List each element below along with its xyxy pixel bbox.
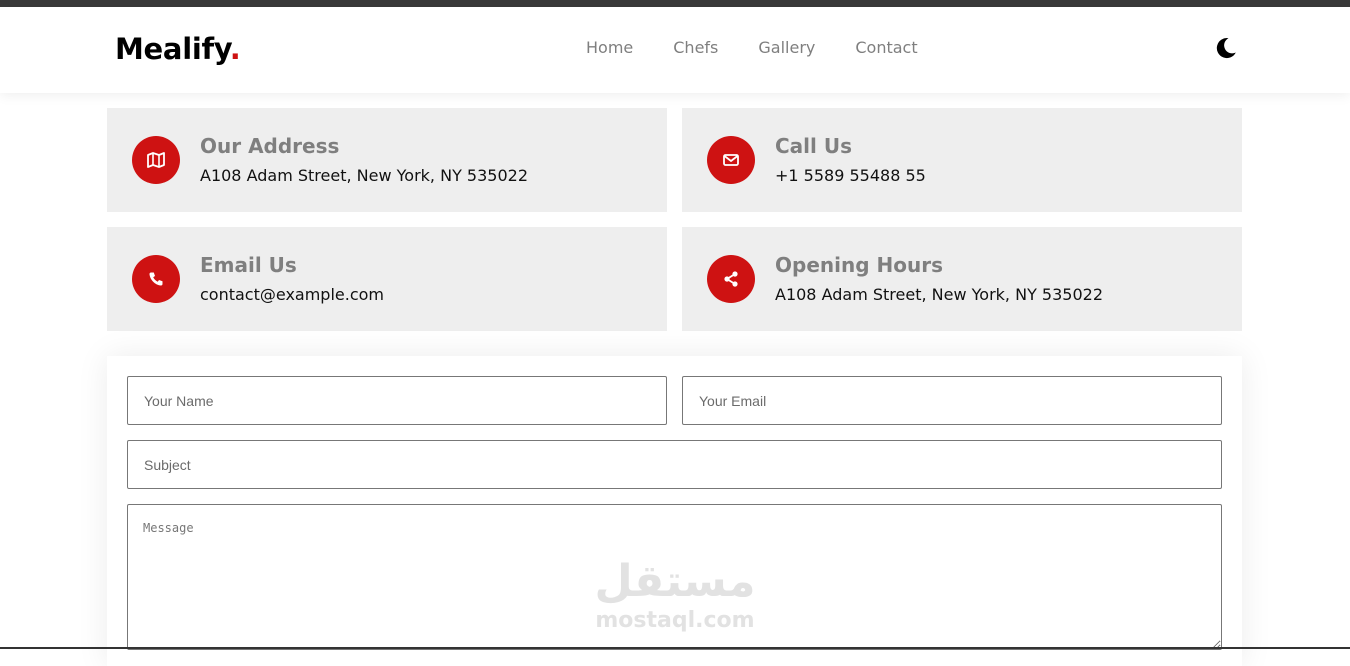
info-card-call: Call Us +1 5589 55488 55 — [682, 108, 1242, 212]
card-text: A108 Adam Street, New York, NY 535022 — [775, 285, 1103, 304]
card-text: +1 5589 55488 55 — [775, 166, 926, 185]
email-field[interactable] — [682, 376, 1222, 425]
info-card-email: Email Us contact@example.com — [107, 227, 667, 331]
card-text: contact@example.com — [200, 285, 384, 304]
main-nav: Home Chefs Gallery Contact — [586, 38, 958, 57]
site-logo[interactable]: Mealify. — [115, 32, 241, 66]
logo-text: Mealify — [115, 32, 230, 66]
card-title: Email Us — [200, 253, 297, 277]
subject-field[interactable] — [127, 440, 1222, 489]
message-field[interactable] — [127, 504, 1222, 650]
name-field[interactable] — [127, 376, 667, 425]
card-title: Our Address — [200, 134, 340, 158]
phone-icon — [132, 255, 180, 303]
site-header: Mealify. Home Chefs Gallery Contact — [0, 7, 1350, 93]
info-card-address: Our Address A108 Adam Street, New York, … — [107, 108, 667, 212]
info-card-hours: Opening Hours A108 Adam Street, New York… — [682, 227, 1242, 331]
top-border-bar — [0, 0, 1350, 7]
logo-dot: . — [229, 32, 241, 66]
moon-icon[interactable] — [1214, 36, 1238, 60]
card-title: Opening Hours — [775, 253, 943, 277]
map-icon — [132, 136, 180, 184]
card-title: Call Us — [775, 134, 852, 158]
nav-home[interactable]: Home — [586, 38, 633, 57]
share-icon — [707, 255, 755, 303]
nav-contact[interactable]: Contact — [855, 38, 917, 57]
nav-gallery[interactable]: Gallery — [758, 38, 815, 57]
nav-chefs[interactable]: Chefs — [673, 38, 718, 57]
card-text: A108 Adam Street, New York, NY 535022 — [200, 166, 528, 185]
envelope-icon — [707, 136, 755, 184]
